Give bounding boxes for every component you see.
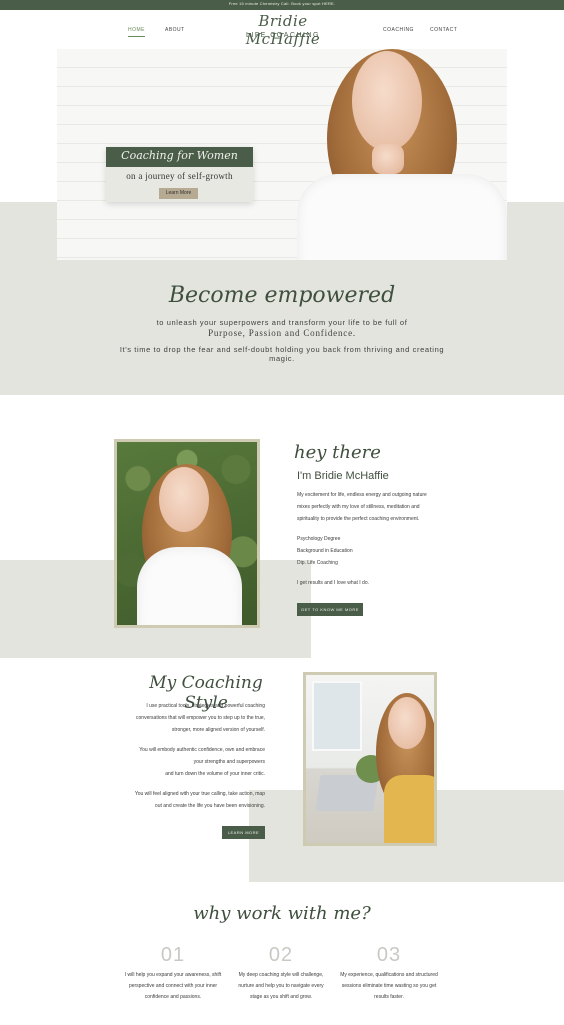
style-line-2: conversations that will empower you to s… [136,715,265,721]
style-line-3: stronger, more aligned version of yourse… [171,727,265,733]
why-item-3-line-3: results faster. [374,994,404,1000]
nav-about[interactable]: ABOUT [165,27,185,33]
empower-line-3: It's time to drop the fear and self-doub… [119,345,445,354]
why-heading: why work with me? [193,903,371,924]
style-line-5: your strengths and superpowers [193,759,265,765]
why-number-3: 03 [376,944,402,966]
qualification-2: Background in Education [297,548,353,554]
logo-subtitle: LIFE COACHING [246,32,320,39]
about-paragraph-line-2: mixes perfectly with my love of stillnes… [297,504,420,510]
announcement-text[interactable]: Free 15 minute Chemistry Call. Book your… [0,1,564,6]
why-item-2-line-1: My deep coaching style will challenge, [238,972,324,978]
style-line-1: I use practical tools, strategies and po… [146,703,265,709]
empower-heading: Become empowered [168,283,396,308]
style-line-7: You will feel aligned with your true cal… [134,791,265,797]
hero-photo [297,49,507,260]
style-line-8: out and create the life you have been en… [154,803,265,809]
about-script-heading: hey there [294,442,381,463]
qualification-1: Psychology Degree [297,536,341,542]
qualification-3: Dip. Life Coaching [297,560,338,566]
empower-line-1: to unleash your superpowers and transfor… [156,318,408,327]
style-learn-more-button[interactable]: LEARN MORE [222,826,265,839]
about-closing: I get results and I love what I do. [297,580,369,586]
why-number-1: 01 [160,944,186,966]
hero-subtitle: on a journey of self-growth [126,171,233,181]
why-item-1-line-2: perspective and connect with your inner [128,983,218,989]
why-item-2-line-2: nurture and help you to navigate every [238,983,324,989]
about-name: I'm Bridie McHaffie [297,470,389,482]
about-photo [114,439,260,628]
nav-home[interactable]: HOME [128,27,145,37]
learn-more-button[interactable]: Learn More [159,188,198,199]
empower-line-4: magic. [269,354,295,363]
about-paragraph-line-3: spirituality to provide the perfect coac… [297,516,420,522]
hero-card-header: Coaching for Women [106,147,253,167]
nav-contact[interactable]: CONTACT [430,27,457,33]
announcement-bar[interactable]: Free 15 minute Chemistry Call. Book your… [0,0,564,10]
why-item-1-line-1: I will help you expand your awareness, s… [124,972,222,978]
hero-title: Coaching for Women [121,149,238,162]
why-number-2: 02 [268,944,294,966]
why-item-1-line-3: confidence and passions. [144,994,202,1000]
about-paragraph-line-1: My excitement for life, endless energy a… [297,492,427,498]
style-line-4: You will embody authentic confidence, ow… [139,747,265,753]
why-item-2-line-3: stage as you shift and grow. [250,994,312,1000]
get-to-know-me-button[interactable]: GET TO KNOW ME MORE [297,603,363,616]
logo[interactable]: Bridie McHaffie LIFE COACHING [222,12,344,48]
why-item-3-line-1: My experience, qualifications and struct… [340,972,438,978]
logo-script: Bridie McHaffie [245,12,321,48]
why-item-3-line-2: sessions eliminate time wasting so you g… [341,983,437,989]
style-line-6: and turn down the volume of your inner c… [165,771,265,777]
nav-coaching[interactable]: COACHING [383,27,414,33]
empower-line-2: Purpose, Passion and Confidence. [208,328,356,338]
coaching-photo [303,672,437,846]
